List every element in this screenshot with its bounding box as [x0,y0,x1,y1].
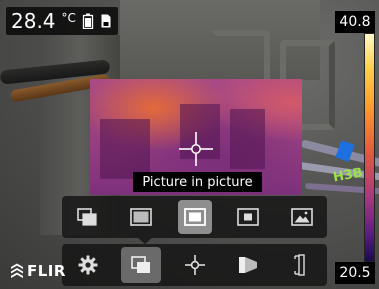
temperature-scale-button[interactable] [281,247,321,283]
memory-card-icon [101,14,111,28]
thermal-fusion-button[interactable] [231,200,265,234]
flir-logo-text: FLIR [27,262,66,280]
digital-camera-button[interactable] [285,200,319,234]
settings-button[interactable] [68,247,108,283]
thermal-msx-icon [77,208,97,226]
image-mode-submenu [62,196,327,238]
temperature-readout: 28.4 °C [6,7,118,35]
color-palette-icon [238,257,257,273]
measurement-spot-icon [184,255,205,275]
picture-in-picture-icon [183,208,206,226]
scale-max-value[interactable]: 40.8 [335,11,375,33]
color-palette-button[interactable] [228,247,268,283]
temperature-scale-icon [294,254,305,276]
main-toolbar [62,244,327,286]
thermal-msx-button[interactable] [70,200,104,234]
temperature-unit: °C [61,11,76,25]
color-scale-bar[interactable] [364,33,375,262]
scale-min-value[interactable]: 20.5 [335,262,375,284]
settings-gear-icon [78,255,98,275]
thermal-icon [129,208,152,226]
flir-logo: FLIR [10,262,66,280]
measurement-button[interactable] [175,247,215,283]
thermal-fusion-icon [237,208,260,226]
picture-in-picture-button[interactable] [177,200,212,234]
thermal-button[interactable] [124,200,158,234]
image-mode-button[interactable] [121,247,162,283]
digital-camera-icon [291,208,313,226]
thermal-region [100,119,150,179]
spot-meter-crosshair-icon[interactable] [179,132,213,166]
temperature-value: 28.4 [11,9,56,33]
thermal-region [230,109,265,169]
battery-icon [82,13,94,29]
flir-logo-icon [11,263,23,278]
mode-tooltip: Picture in picture [133,172,262,192]
image-mode-icon [131,256,151,273]
